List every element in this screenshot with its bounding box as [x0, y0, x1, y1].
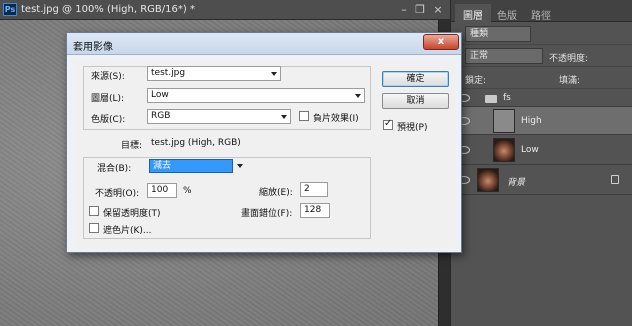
- layer-row-high[interactable]: High: [451, 107, 632, 135]
- chevron-down-icon: [355, 94, 361, 98]
- channel-select[interactable]: RGB: [147, 109, 291, 124]
- dialog-body: 來源(S): test.jpg 圖層(L): Low 色版(C): RGB 負片…: [75, 61, 455, 247]
- dialog-titlebar[interactable]: 套用影像 x: [67, 33, 461, 55]
- layer-label: 圖層(L):: [91, 94, 125, 104]
- chevron-down-icon: [281, 115, 287, 119]
- folder-icon: [485, 95, 497, 103]
- chevron-down-icon: [271, 72, 277, 76]
- apply-image-dialog: 套用影像 x 來源(S): test.jpg 圖層(L): Low 色版(C):…: [66, 32, 462, 253]
- target-label: 目標:: [121, 141, 143, 151]
- preserve-transparency-label: 保留透明度(T): [103, 209, 161, 219]
- panel-tabs: 圖層 色版 路徑: [451, 0, 632, 22]
- mask-checkbox[interactable]: [89, 223, 99, 233]
- layer-thumbnail: [477, 168, 499, 192]
- layer-name: 背景: [507, 178, 526, 188]
- filter-row: 種類: [451, 23, 632, 45]
- layer-row-low[interactable]: Low: [451, 135, 632, 165]
- lock-row: 鎖定: 填滿:: [451, 67, 632, 89]
- opacity-unit: %: [183, 186, 192, 196]
- blend-row: 正常 不透明度:: [451, 45, 632, 67]
- photoshop-icon: Ps: [3, 3, 17, 16]
- blending-mode-select[interactable]: 減去: [149, 159, 233, 173]
- invert-checkbox[interactable]: [299, 111, 309, 121]
- preserve-transparency-checkbox[interactable]: [89, 206, 99, 216]
- scale-input[interactable]: 2: [300, 182, 328, 197]
- minimize-icon[interactable]: –: [396, 2, 412, 17]
- layer-name: High: [521, 116, 542, 126]
- channel-label: 色版(C):: [91, 115, 126, 125]
- layer-row-background[interactable]: 背景: [451, 165, 632, 195]
- fill-label: 填滿:: [559, 76, 581, 86]
- tab-layers[interactable]: 圖層: [455, 4, 491, 22]
- target-value: test.jpg (High, RGB): [151, 138, 241, 148]
- layer-row-group[interactable]: fs: [451, 89, 632, 107]
- lock-icon: [611, 175, 619, 184]
- dialog-close-button[interactable]: x: [423, 34, 459, 50]
- source-select[interactable]: test.jpg: [147, 66, 281, 81]
- opacity-label: 不透明度:: [549, 54, 589, 64]
- channel-value: RGB: [151, 111, 171, 121]
- blending-value: 減去: [153, 161, 172, 171]
- opacity-label: 不透明(O):: [95, 189, 140, 199]
- cancel-button[interactable]: 取消: [382, 93, 449, 109]
- restore-icon[interactable]: ❐: [412, 2, 428, 17]
- opacity-input[interactable]: 100: [147, 183, 177, 198]
- document-title: test.jpg @ 100% (High, RGB/16*) *: [21, 4, 195, 15]
- blending-label: 混合(B):: [97, 164, 132, 174]
- dialog-title: 套用影像: [73, 42, 113, 53]
- offset-input[interactable]: 128: [300, 203, 330, 218]
- ok-button[interactable]: 確定: [382, 71, 449, 87]
- source-value: test.jpg: [151, 68, 186, 78]
- layer-value: Low: [151, 90, 169, 100]
- chevron-down-icon[interactable]: [237, 164, 243, 168]
- layer-thumbnail: [493, 109, 515, 133]
- layer-name: fs: [503, 93, 511, 103]
- scale-label: 縮放(E):: [259, 188, 293, 198]
- document-tab[interactable]: Ps test.jpg @ 100% (High, RGB/16*) * – ❐…: [0, 0, 450, 20]
- screen: Ps test.jpg @ 100% (High, RGB/16*) * – ❐…: [0, 0, 632, 326]
- offset-label: 畫面錯位(F):: [241, 209, 293, 219]
- layer-name: Low: [521, 145, 539, 155]
- source-label: 來源(S):: [91, 72, 125, 82]
- preview-label: 預視(P): [397, 123, 428, 133]
- layer-thumbnail: [493, 138, 515, 162]
- filter-kind-select[interactable]: 種類: [465, 26, 531, 42]
- tab-channels[interactable]: 色版: [489, 4, 525, 22]
- layer-select[interactable]: Low: [147, 88, 365, 103]
- invert-label: 負片效果(I): [313, 114, 359, 124]
- tab-paths[interactable]: 路徑: [523, 4, 559, 22]
- layer-blend-mode-select[interactable]: 正常: [465, 48, 543, 64]
- lock-label: 鎖定:: [465, 76, 487, 86]
- close-icon[interactable]: ×: [430, 2, 446, 17]
- preview-checkbox[interactable]: [383, 118, 393, 130]
- mask-label: 遮色片(K)...: [103, 226, 152, 236]
- layers-panel: 圖層 色版 路徑 種類 正常 不透明度: 鎖定: 填滿: fs High Low…: [450, 0, 632, 326]
